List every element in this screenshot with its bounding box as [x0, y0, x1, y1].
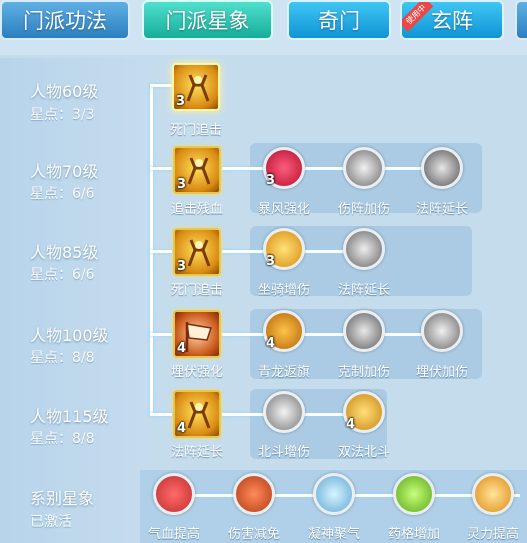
- skill-label: 双法北斗: [337, 445, 390, 460]
- warrior-icon: [187, 401, 211, 429]
- skill-label: 青龙返旗: [257, 365, 310, 380]
- skill-icon-main[interactable]: 4: [173, 310, 221, 358]
- skill-label: 死门追击: [169, 123, 222, 138]
- series-status: 已激活: [30, 514, 72, 530]
- level-title: 人物85级: [30, 243, 99, 262]
- warrior-icon: [186, 74, 210, 102]
- skill-label: 坐骑增伤: [257, 283, 310, 298]
- level-title: 人物60级: [30, 82, 99, 101]
- skill-label: 埋伏强化: [170, 365, 223, 380]
- tab-menpai-gongfa[interactable]: 门派功法: [0, 0, 130, 40]
- star-points: 星点：3/3: [30, 107, 95, 123]
- tab-menpai-xingxiang[interactable]: 门派星象: [142, 0, 273, 40]
- spirit-icon[interactable]: [472, 473, 514, 515]
- tab-label: 门派星象: [165, 9, 250, 33]
- skill-label: 北斗增伤: [257, 445, 310, 460]
- tree-trunk: [150, 84, 153, 414]
- skill-label: 克制加伤: [337, 365, 390, 380]
- tree-branch: [150, 167, 172, 170]
- tab-label: 门派功法: [23, 9, 107, 33]
- tree-branch: [150, 413, 172, 416]
- heart-icon[interactable]: [153, 473, 195, 515]
- skill-label: 法阵延长: [337, 283, 390, 298]
- formation-icon[interactable]: [421, 147, 463, 189]
- dragon-icon[interactable]: 4: [263, 310, 305, 352]
- level-title: 人物115级: [30, 407, 109, 426]
- skill-count: 3: [176, 94, 186, 109]
- skill-label: 埋伏加伤: [415, 365, 468, 380]
- skill-icon-main[interactable]: 3: [173, 146, 221, 194]
- banner-icon: [185, 322, 212, 352]
- series-label: 气血提高: [147, 527, 200, 542]
- skill-icon-main[interactable]: 4: [173, 390, 221, 438]
- star-points: 星点：6/6: [30, 186, 95, 202]
- tree-branch: [150, 333, 172, 336]
- snowflake-icon[interactable]: [313, 473, 355, 515]
- tree-branch: [150, 250, 172, 253]
- level-panel: [0, 58, 151, 543]
- skill-label: 暴风强化: [257, 202, 310, 217]
- skill-label: 追击残血: [170, 202, 223, 217]
- burst-icon[interactable]: [343, 147, 385, 189]
- skill-count: 4: [177, 341, 187, 356]
- skill-count: 4: [266, 336, 276, 351]
- series-label: 伤害减免: [227, 527, 280, 542]
- skill-label: 伤阵加伤: [337, 202, 390, 217]
- skill-icon-main[interactable]: 3: [172, 63, 220, 111]
- skill-label: 死门追击: [170, 283, 223, 298]
- beast-icon[interactable]: [343, 228, 385, 270]
- tree-branch: [150, 84, 172, 87]
- skill-count: 3: [266, 254, 276, 269]
- skill-count: 4: [177, 421, 187, 436]
- skill-count: 3: [266, 173, 276, 188]
- skill-count: 3: [177, 259, 187, 274]
- flag-icon[interactable]: [421, 310, 463, 352]
- gold-pillar-icon[interactable]: 4: [343, 391, 385, 433]
- series-label: 凝神聚气: [307, 527, 360, 542]
- level-title: 人物100级: [30, 326, 109, 345]
- skill-count: 3: [177, 177, 187, 192]
- warrior-icon: [187, 157, 211, 185]
- skill-label: 法阵延长: [170, 445, 223, 460]
- series-label: 药格增加: [387, 527, 440, 542]
- tab-label: 玄阵: [431, 9, 473, 33]
- tab-xuanzhen[interactable]: 使用中 玄阵: [400, 0, 504, 40]
- tab-qimen[interactable]: 奇门: [287, 0, 391, 40]
- warrior-icon: [187, 239, 211, 267]
- dipper-icon[interactable]: [263, 391, 305, 433]
- star-points: 星点：8/8: [30, 431, 95, 447]
- tab-label: 奇门: [318, 9, 360, 33]
- fist-icon[interactable]: [343, 310, 385, 352]
- skill-label: 法阵延长: [415, 202, 468, 217]
- mount-icon[interactable]: 3: [263, 228, 305, 270]
- potion-icon[interactable]: [393, 473, 435, 515]
- star-points: 星点：6/6: [30, 267, 95, 283]
- skill-count: 4: [346, 417, 356, 432]
- level-title: 人物70级: [30, 162, 99, 181]
- series-label: 灵力提高: [466, 527, 519, 542]
- star-points: 星点：8/8: [30, 350, 95, 366]
- skill-icon-main[interactable]: 3: [173, 228, 221, 276]
- series-title: 系别星象: [30, 489, 95, 508]
- body-icon[interactable]: [233, 473, 275, 515]
- in-use-ribbon: 使用中: [402, 2, 434, 32]
- storm-icon[interactable]: 3: [263, 147, 305, 189]
- tab-more[interactable]: [515, 0, 527, 40]
